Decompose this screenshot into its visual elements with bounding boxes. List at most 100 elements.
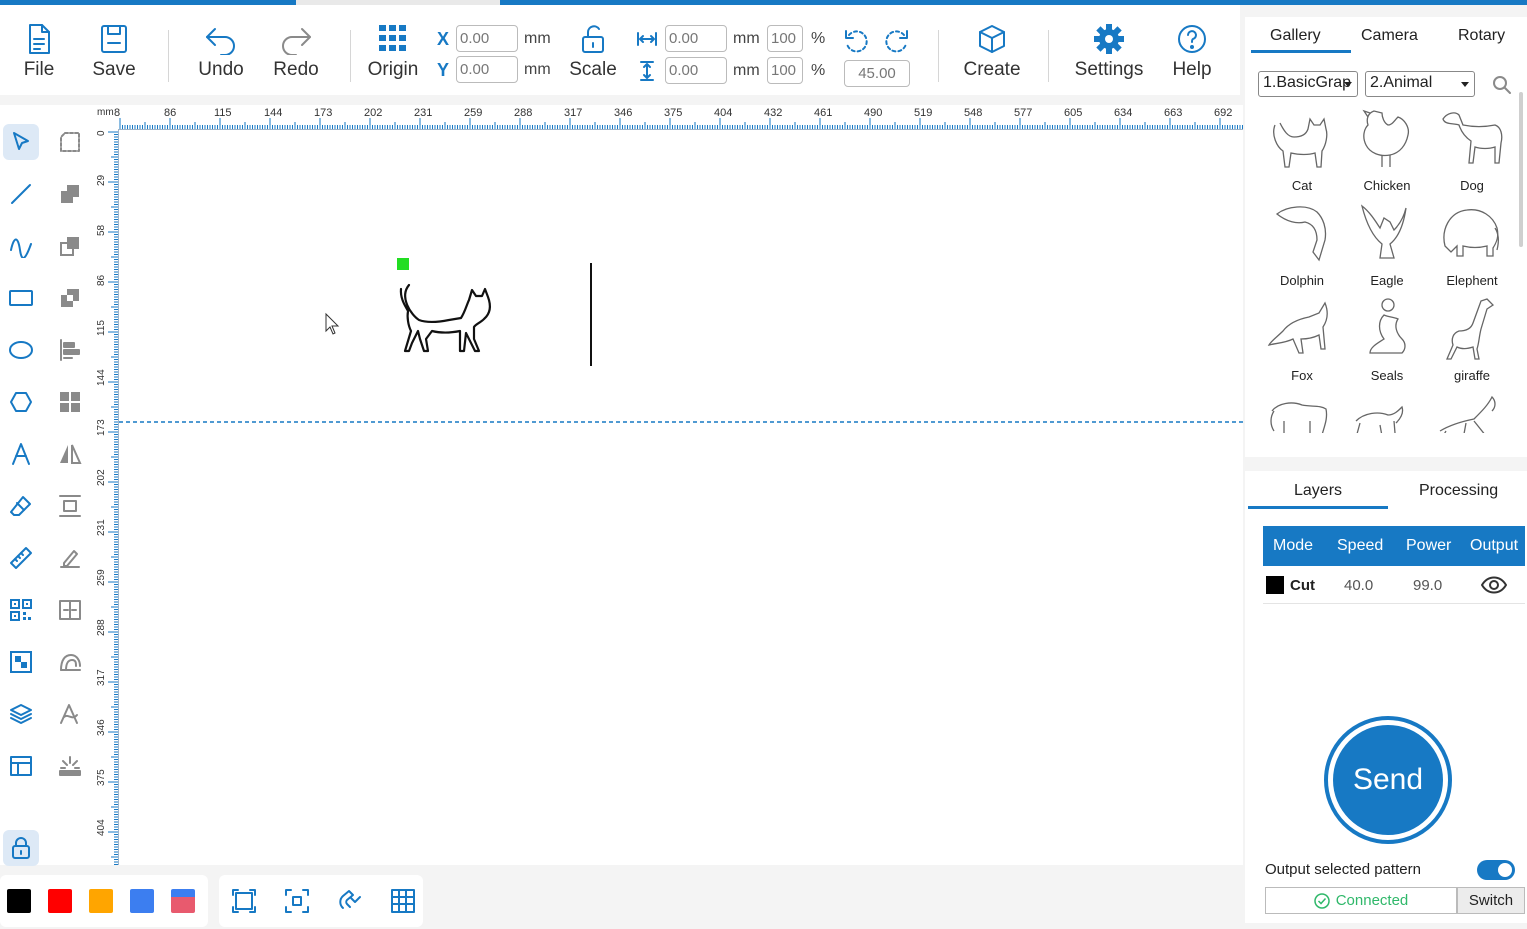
gallery-item-dolphin[interactable]: Dolphin <box>1260 200 1344 288</box>
image-tool[interactable] <box>3 644 39 680</box>
curve-icon <box>10 238 32 258</box>
switch-button[interactable]: Switch <box>1457 887 1525 914</box>
save-button[interactable]: Save <box>79 23 149 81</box>
send-label: Send <box>1333 725 1443 835</box>
x-unit: mm <box>524 30 551 47</box>
tab-camera[interactable]: Camera <box>1361 27 1418 45</box>
split-tool[interactable] <box>52 592 88 628</box>
undo-button[interactable]: Undo <box>186 23 256 81</box>
gallery-subcategory-select[interactable]: 2.Animal <box>1365 71 1475 97</box>
rotation-input[interactable] <box>844 60 910 87</box>
union-tool[interactable] <box>52 176 88 212</box>
measure-tool[interactable] <box>3 540 39 576</box>
color-swatch-red[interactable] <box>48 889 72 913</box>
polygon-tool[interactable] <box>3 384 39 420</box>
height-percent-input[interactable] <box>767 57 803 84</box>
ruler-tick-label: 202 <box>364 107 382 119</box>
subtract-tool[interactable] <box>52 228 88 264</box>
ellipse-tool[interactable] <box>3 332 39 368</box>
tab-gallery[interactable]: Gallery <box>1270 27 1321 45</box>
width-input[interactable] <box>665 25 727 52</box>
gallery-partial-row <box>1260 391 1520 433</box>
ruler-icon <box>10 547 32 569</box>
rectangle-tool[interactable] <box>3 280 39 316</box>
scale-lock-button[interactable]: Scale <box>558 23 628 81</box>
lock-icon <box>12 837 30 859</box>
search-icon[interactable] <box>1492 75 1512 95</box>
magnet-snap-icon[interactable] <box>337 888 363 914</box>
lock-tool[interactable] <box>3 830 39 866</box>
rotate-cw-icon[interactable] <box>882 28 910 56</box>
send-button[interactable]: Send <box>1324 716 1452 844</box>
width-percent-unit: % <box>811 30 826 47</box>
tab-layers[interactable]: Layers <box>1294 482 1342 500</box>
tab-rotary[interactable]: Rotary <box>1458 27 1505 45</box>
redo-button[interactable]: Redo <box>261 23 331 81</box>
gallery-item-label: Elephent <box>1446 273 1498 288</box>
gallery-item-elephant[interactable]: Elephent <box>1430 200 1514 288</box>
layer-speed[interactable]: 40.0 <box>1344 577 1373 594</box>
laser-tool[interactable] <box>52 748 88 784</box>
text-tool[interactable] <box>3 436 39 472</box>
file-button[interactable]: File <box>4 23 74 81</box>
gallery-item-giraffe[interactable]: giraffe <box>1430 295 1514 383</box>
layer-power[interactable]: 99.0 <box>1413 577 1442 594</box>
color-swatch-black[interactable] <box>7 889 31 913</box>
gallery-item-cat[interactable]: Cat <box>1260 105 1344 193</box>
cat-shape[interactable] <box>399 283 491 353</box>
gallery-item-fox[interactable]: Fox <box>1260 295 1344 383</box>
mirror-tool[interactable] <box>52 436 88 472</box>
layers-tool[interactable] <box>3 696 39 732</box>
node-edit-icon <box>60 132 80 152</box>
ruler-tick-label: 86 <box>96 274 107 286</box>
distribute-tool[interactable] <box>52 488 88 524</box>
line-tool[interactable] <box>3 176 39 212</box>
fit-canvas-icon[interactable] <box>231 888 257 914</box>
node-edit-tool[interactable] <box>52 124 88 160</box>
qrcode-tool[interactable] <box>3 592 39 628</box>
color-swatch-blue[interactable] <box>130 889 154 913</box>
layer-row[interactable]: Cut 40.0 99.0 <box>1263 566 1525 604</box>
file-label: File <box>23 59 55 80</box>
pen-tool[interactable] <box>52 696 88 732</box>
work-canvas[interactable] <box>118 129 1244 865</box>
origin-button[interactable]: Origin <box>358 23 428 81</box>
color-swatch-orange[interactable] <box>89 889 113 913</box>
array-tool[interactable] <box>52 384 88 420</box>
y-position-input[interactable] <box>456 56 518 83</box>
offset-tool[interactable] <box>52 644 88 680</box>
curve-tool[interactable] <box>3 228 39 264</box>
edit-path-tool[interactable] <box>52 540 88 576</box>
gallery-scrollbar[interactable] <box>1519 92 1523 247</box>
layout-tool[interactable] <box>3 748 39 784</box>
height-input[interactable] <box>665 57 727 84</box>
select-tool[interactable] <box>3 124 39 160</box>
align-tool[interactable] <box>52 332 88 368</box>
eye-icon[interactable] <box>1481 576 1507 594</box>
layer-color-swatch[interactable] <box>1266 576 1284 594</box>
width-percent-input[interactable] <box>767 25 803 52</box>
x-position-input[interactable] <box>456 25 518 52</box>
grid-icon[interactable] <box>390 888 416 914</box>
fit-selection-icon[interactable] <box>284 888 310 914</box>
layer-mode[interactable]: Cut <box>1290 577 1315 594</box>
gallery-item-seals[interactable]: Seals <box>1345 295 1429 383</box>
gallery-item-eagle[interactable]: Eagle <box>1345 200 1429 288</box>
create-button[interactable]: Create <box>957 23 1027 81</box>
gallery-category-select[interactable]: 1.BasicGrap <box>1258 71 1358 97</box>
rotate-ccw-icon[interactable] <box>843 28 871 56</box>
ruler-tick-label: 663 <box>1164 107 1182 119</box>
color-swatch-multi[interactable] <box>171 889 195 913</box>
eraser-tool[interactable] <box>3 488 39 524</box>
settings-button[interactable]: Settings <box>1069 23 1149 81</box>
ruler-tick-label: 692 <box>1214 107 1232 119</box>
intersect-tool[interactable] <box>52 280 88 316</box>
switch-label: Switch <box>1468 892 1514 909</box>
toolbar-divider <box>350 30 351 82</box>
tab-processing[interactable]: Processing <box>1419 482 1498 500</box>
gallery-item-dog[interactable]: Dog <box>1430 105 1514 193</box>
output-selected-toggle[interactable] <box>1477 860 1515 880</box>
help-button[interactable]: Help <box>1157 23 1227 81</box>
origin-marker[interactable] <box>397 258 409 270</box>
gallery-item-chicken[interactable]: Chicken <box>1345 105 1429 193</box>
